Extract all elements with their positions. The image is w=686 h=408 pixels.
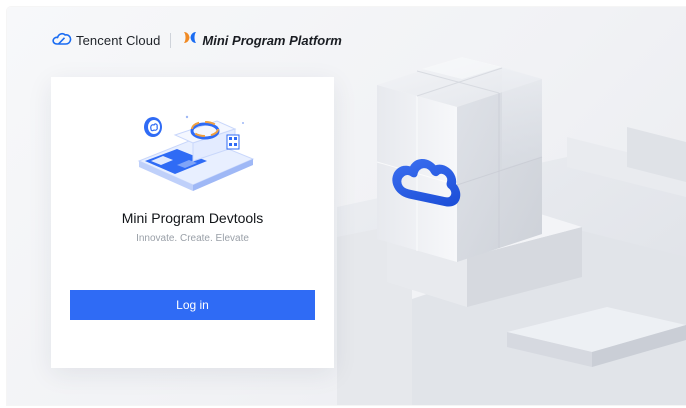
devtools-illustration (137, 115, 255, 191)
app-window: Tencent Cloud Mini Program Platform Mini… (7, 7, 686, 405)
login-button[interactable]: Log in (70, 290, 315, 320)
tencent-cloud-logo[interactable]: Tencent Cloud (52, 31, 160, 50)
card-title: Mini Program Devtools (121, 210, 264, 226)
mini-program-butterfly-icon (183, 31, 197, 49)
mini-program-platform-logo[interactable]: Mini Program Platform (183, 31, 342, 49)
login-card: Mini Program Devtools Innovate. Create. … (51, 77, 334, 368)
tencent-cloud-label: Tencent Cloud (76, 32, 161, 48)
card-subtitle: Innovate. Create. Elevate (136, 233, 249, 244)
main-cube (376, 57, 543, 262)
brand-divider (170, 32, 172, 48)
brand-bar: Tencent Cloud Mini Program Platform (52, 31, 342, 49)
tencent-cloud-icon (52, 31, 72, 50)
platform-label: Mini Program Platform (202, 32, 342, 48)
